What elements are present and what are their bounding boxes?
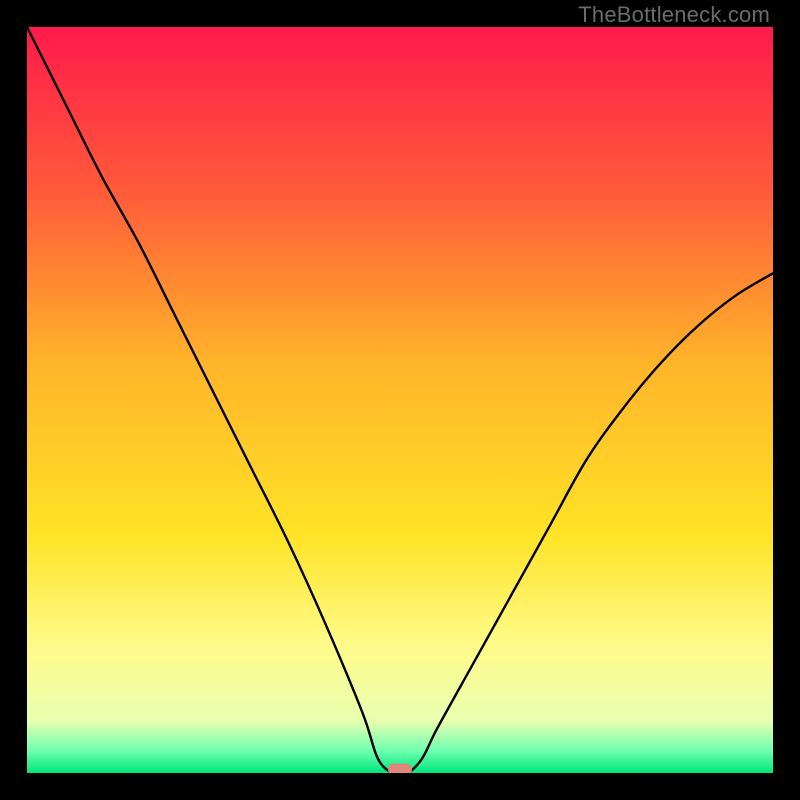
chart-frame [27,27,773,773]
bottleneck-chart [27,27,773,773]
optimal-marker [388,764,412,773]
watermark-text: TheBottleneck.com [578,2,770,28]
gradient-background [27,27,773,773]
